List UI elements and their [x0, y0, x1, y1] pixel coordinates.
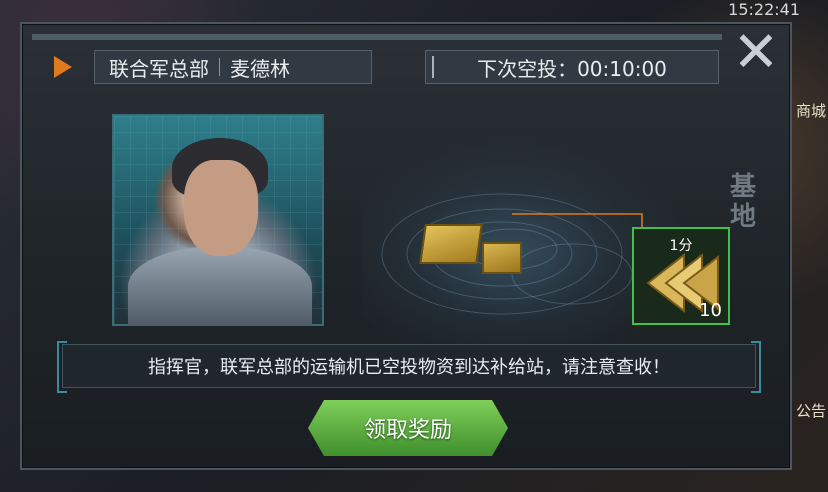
reward-quantity: 10 — [699, 300, 722, 321]
close-icon[interactable]: ✕ — [728, 25, 784, 81]
claim-button-label: 领取奖励 — [363, 418, 452, 443]
shop-label[interactable]: 商城 — [796, 100, 826, 121]
officer-name: 麦德林 — [230, 56, 290, 81]
dialog-title: 联合军总部 麦德林 — [94, 50, 372, 84]
base-label: 基地 — [729, 172, 756, 232]
header-label: 联合军总部 — [109, 56, 209, 81]
play-arrow-icon — [54, 56, 72, 78]
top-bar-decoration — [32, 34, 722, 40]
status-clock: 15:22:41 — [728, 0, 800, 19]
airdrop-message: 指挥官，联军总部的运输机已空投物资到达补给站，请注意查收！ — [57, 341, 761, 393]
title-divider — [219, 58, 220, 76]
officer-portrait — [112, 114, 324, 326]
airdrop-timer: 下次空投：00:10:00 — [425, 50, 719, 84]
supply-crate-icon — [419, 224, 483, 264]
message-text: 指挥官，联军总部的运输机已空投物资到达补给站，请注意查收！ — [148, 357, 670, 378]
supply-crate-small-icon — [482, 242, 522, 274]
claim-reward-button[interactable]: 领取奖励 — [308, 400, 508, 456]
airdrop-dialog: 联合军总部 麦德林 下次空投：00:10:00 ✕ 基地 1分 10 指挥官，联… — [20, 22, 792, 470]
notice-label[interactable]: 公告 — [796, 400, 826, 421]
reward-item[interactable]: 1分 10 — [632, 227, 730, 325]
